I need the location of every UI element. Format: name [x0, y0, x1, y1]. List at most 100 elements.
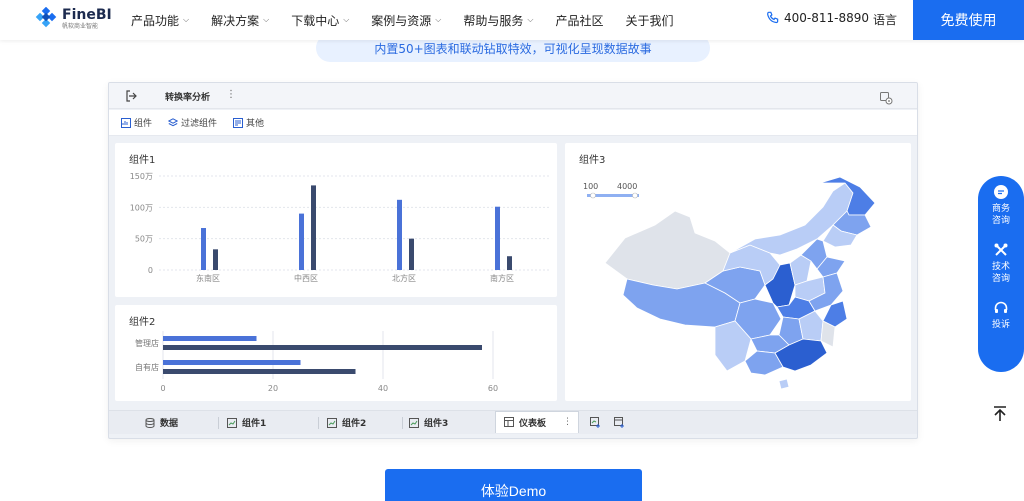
- language-switch[interactable]: 语言: [873, 11, 897, 28]
- tool-filter[interactable]: 过滤组件: [168, 116, 217, 129]
- x-tick-label: 东南区: [196, 273, 220, 283]
- tab-label: 数据: [160, 419, 179, 429]
- bar[interactable]: [163, 369, 356, 374]
- logo-name: FineBI: [62, 7, 112, 23]
- tab-label: 组件2: [342, 419, 367, 429]
- menu-item-solutions[interactable]: 解决方案 ⌵: [211, 12, 269, 29]
- phone-link[interactable]: 400-811-8890: [766, 11, 869, 25]
- region-hainan[interactable]: [778, 378, 790, 390]
- try-demo-button[interactable]: 体验Demo: [385, 469, 642, 501]
- menu-label: 产品社区: [555, 13, 604, 28]
- bar[interactable]: [163, 345, 482, 350]
- dashboard-tab-bar: 数据 组件1 组件2 组件3 仪表板 ⋮: [109, 410, 917, 434]
- dashboard-title: 转换率分析: [165, 93, 211, 103]
- tools-icon: [994, 243, 1008, 256]
- add-dashboard-button[interactable]: [607, 411, 631, 435]
- tool-label: 过滤组件: [181, 119, 218, 129]
- share-icon[interactable]: [879, 91, 893, 105]
- dashboard-header: 转换率分析 ⋮: [109, 83, 917, 109]
- y-tick-label: 150万: [130, 172, 153, 181]
- logo[interactable]: FineBI 帆软商业智能: [34, 7, 112, 31]
- bar[interactable]: [163, 336, 257, 341]
- menu-label: 下载中心: [291, 13, 340, 28]
- float-label: 商务咨询: [991, 204, 1010, 226]
- business-consult-button[interactable]: 商务咨询: [978, 184, 1024, 242]
- chevron-down-icon: ⌵: [435, 15, 442, 24]
- chart-icon: [409, 417, 419, 428]
- legend-min: 100: [583, 182, 598, 191]
- tab-more-icon[interactable]: ⋮: [563, 417, 572, 427]
- bar[interactable]: [311, 185, 316, 270]
- menu-item-about[interactable]: 关于我们: [625, 12, 673, 29]
- chat-icon: [994, 185, 1008, 199]
- tool-other[interactable]: 其他: [233, 116, 264, 129]
- complaint-button[interactable]: 投诉: [978, 300, 1024, 358]
- chart-icon: [327, 417, 337, 428]
- database-icon: [145, 417, 155, 428]
- chart-icon: [227, 417, 237, 428]
- region-xinjiang[interactable]: [604, 210, 731, 290]
- card-component-3[interactable]: 组件3 100 4000: [565, 143, 911, 401]
- bar[interactable]: [299, 213, 304, 270]
- tab-label: 仪表板: [519, 418, 547, 429]
- exit-icon[interactable]: [125, 90, 137, 102]
- headset-icon: [994, 301, 1008, 313]
- other-icon: [233, 117, 244, 128]
- x-tick-label: 40: [378, 384, 388, 393]
- tech-consult-button[interactable]: 技术咨询: [978, 242, 1024, 300]
- chevron-down-icon: ⌵: [263, 15, 270, 24]
- bar[interactable]: [507, 256, 512, 270]
- dashboard-preview: 转换率分析 ⋮ 组件 过滤组件 其他 组件1 0 50万 100万 150万 东南区 中西…: [108, 82, 918, 439]
- tool-component[interactable]: 组件: [121, 116, 152, 129]
- tab-data[interactable]: 数据: [109, 411, 219, 435]
- bar[interactable]: [397, 199, 402, 270]
- tool-label: 组件: [134, 119, 153, 129]
- card-component-1[interactable]: 组件1 0 50万 100万 150万 东南区 中西区 北方区 南方区: [115, 143, 557, 297]
- x-tick-label: 中西区: [294, 273, 318, 283]
- chevron-down-icon: ⌵: [527, 15, 534, 24]
- x-tick-label: 60: [488, 384, 498, 393]
- menu-label: 产品功能: [131, 13, 180, 28]
- menu-item-product[interactable]: 产品功能 ⌵: [131, 12, 189, 29]
- tab-component-1[interactable]: 组件1: [219, 411, 319, 435]
- bar[interactable]: [495, 206, 500, 270]
- tab-label: 组件1: [242, 419, 267, 429]
- back-to-top-icon[interactable]: [990, 404, 1010, 424]
- add-dashboard-icon: [613, 417, 624, 428]
- menu-item-cases[interactable]: 案例与资源 ⌵: [371, 12, 441, 29]
- menu-item-download[interactable]: 下载中心 ⌵: [291, 12, 349, 29]
- y-tick-label: 管理店: [135, 338, 159, 348]
- bar[interactable]: [409, 238, 414, 270]
- float-label: 投诉: [991, 320, 1010, 330]
- main-menu: 产品功能 ⌵ 解决方案 ⌵ 下载中心 ⌵ 案例与资源 ⌵ 帮助与服务 ⌵ 产品社区 关于我…: [131, 0, 696, 40]
- legend-handle[interactable]: [590, 192, 596, 199]
- add-component-button[interactable]: [583, 411, 607, 435]
- more-icon[interactable]: ⋮: [226, 89, 236, 100]
- bar[interactable]: [213, 249, 218, 270]
- bar[interactable]: [163, 360, 301, 365]
- free-use-button[interactable]: 免费使用: [913, 0, 1024, 40]
- menu-item-help[interactable]: 帮助与服务 ⌵: [463, 12, 533, 29]
- vertical-bar-chart: 0 50万 100万 150万东南区 中西区 北方区 南方区: [130, 172, 551, 283]
- menu-item-community[interactable]: 产品社区: [555, 12, 603, 29]
- tab-component-3[interactable]: 组件3: [403, 411, 495, 435]
- bar[interactable]: [201, 228, 206, 270]
- service-float-panel: 商务咨询 技术咨询 投诉: [978, 176, 1024, 372]
- tab-label: 组件3: [424, 419, 449, 429]
- menu-label: 关于我们: [625, 13, 674, 28]
- tab-dashboard[interactable]: 仪表板 ⋮: [495, 410, 579, 433]
- legend-max: 4000: [617, 182, 637, 191]
- float-label: 技术咨询: [991, 262, 1010, 284]
- phone-number: 400-811-8890: [784, 11, 870, 25]
- tab-component-2[interactable]: 组件2: [319, 411, 403, 435]
- logo-subtitle: 帆软商业智能: [62, 23, 99, 30]
- tool-label: 其他: [246, 119, 265, 129]
- y-tick-label: 自有店: [135, 362, 159, 372]
- menu-label: 帮助与服务: [463, 13, 524, 28]
- logo-mark-icon: [35, 7, 57, 28]
- legend-handle[interactable]: [632, 192, 638, 199]
- card-component-2[interactable]: 组件2 0 20 40 60 管理店 自有店: [115, 305, 557, 401]
- x-tick-label: 20: [268, 384, 278, 393]
- horizontal-bar-chart: 0 20 40 60 管理店自有店: [135, 331, 498, 393]
- chevron-down-icon: ⌵: [343, 15, 350, 24]
